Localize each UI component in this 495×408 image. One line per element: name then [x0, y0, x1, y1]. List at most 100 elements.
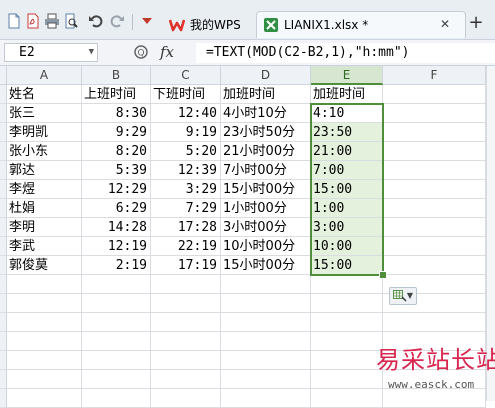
table-cell[interactable]	[151, 275, 221, 294]
table-cell[interactable]	[383, 313, 486, 332]
header-cell[interactable]: 上班时间	[82, 85, 151, 104]
header-cell[interactable]: 下班时间	[151, 85, 221, 104]
table-cell[interactable]	[383, 104, 486, 123]
tab-my-wps[interactable]: 我的WPS	[163, 11, 253, 38]
row-header[interactable]	[0, 256, 7, 275]
print-preview-icon[interactable]	[63, 13, 79, 29]
row-header[interactable]	[0, 218, 7, 237]
table-cell[interactable]	[82, 313, 151, 332]
table-cell[interactable]	[221, 370, 311, 389]
new-tab-icon[interactable]: +	[468, 14, 484, 32]
table-cell[interactable]	[221, 389, 311, 408]
table-cell[interactable]: 23小时50分	[221, 123, 311, 142]
table-cell[interactable]	[221, 351, 311, 370]
table-cell[interactable]	[7, 332, 82, 351]
table-cell[interactable]: 12:19	[82, 237, 151, 256]
table-cell[interactable]	[151, 294, 221, 313]
chevron-down-icon[interactable]: ▼	[89, 44, 94, 61]
table-cell[interactable]: 6:29	[82, 199, 151, 218]
table-cell[interactable]	[82, 294, 151, 313]
table-cell[interactable]: 8:30	[82, 104, 151, 123]
table-cell[interactable]: 17:19	[151, 256, 221, 275]
table-cell[interactable]	[383, 237, 486, 256]
table-cell[interactable]: 李明	[7, 218, 82, 237]
table-cell[interactable]: 12:39	[151, 161, 221, 180]
column-header-d[interactable]: D	[221, 66, 311, 85]
tab-spreadsheet-file[interactable]: LIANIX1.xlsx * ✕	[256, 11, 466, 38]
table-cell[interactable]: 12:29	[82, 180, 151, 199]
table-cell[interactable]: 12:40	[151, 104, 221, 123]
table-cell[interactable]: 15小时00分	[221, 256, 311, 275]
table-cell[interactable]: 7小时00分	[221, 161, 311, 180]
table-cell[interactable]	[151, 332, 221, 351]
table-cell[interactable]: 9:29	[82, 123, 151, 142]
table-cell[interactable]	[82, 389, 151, 408]
row-header[interactable]	[0, 389, 7, 408]
table-cell[interactable]	[82, 370, 151, 389]
table-cell[interactable]	[221, 294, 311, 313]
table-cell[interactable]: 4:10	[311, 104, 383, 123]
fill-handle[interactable]	[379, 271, 387, 279]
table-cell[interactable]: 5:20	[151, 142, 221, 161]
table-cell[interactable]	[311, 370, 383, 389]
table-cell[interactable]	[7, 370, 82, 389]
spreadsheet-grid[interactable]: A B C D E F 姓名 上班时间 下班时间 加班时间 加班时间 张三 8:30 12:40 4小时10…	[0, 66, 495, 408]
table-cell[interactable]	[221, 313, 311, 332]
table-cell[interactable]: 10小时00分	[221, 237, 311, 256]
table-cell[interactable]	[383, 142, 486, 161]
table-cell[interactable]	[7, 294, 82, 313]
row-header[interactable]	[0, 370, 7, 389]
table-cell[interactable]: 21小时00分	[221, 142, 311, 161]
table-cell[interactable]: 张三	[7, 104, 82, 123]
undo-icon[interactable]	[88, 13, 104, 29]
table-cell[interactable]: 10:00	[311, 237, 383, 256]
table-cell[interactable]	[82, 332, 151, 351]
table-cell[interactable]: 15:00	[311, 256, 383, 275]
table-cell[interactable]: 李明凯	[7, 123, 82, 142]
row-header[interactable]	[0, 180, 7, 199]
row-header[interactable]	[0, 294, 7, 313]
table-cell[interactable]: 2:19	[82, 256, 151, 275]
select-all-corner[interactable]	[0, 66, 7, 85]
column-header-c[interactable]: C	[151, 66, 221, 85]
header-cell[interactable]	[383, 85, 486, 104]
table-cell[interactable]	[311, 351, 383, 370]
name-box[interactable]: E2 ▼	[4, 43, 98, 62]
table-cell[interactable]: 14:28	[82, 218, 151, 237]
table-cell[interactable]: 3:29	[151, 180, 221, 199]
row-header[interactable]	[0, 104, 7, 123]
table-cell[interactable]	[221, 332, 311, 351]
row-header[interactable]	[0, 351, 7, 370]
table-cell[interactable]	[7, 389, 82, 408]
table-cell[interactable]	[311, 389, 383, 408]
table-cell[interactable]: 1小时00分	[221, 199, 311, 218]
table-cell[interactable]: 杜娟	[7, 199, 82, 218]
print-icon[interactable]	[44, 13, 60, 29]
table-cell[interactable]	[151, 389, 221, 408]
table-cell[interactable]	[311, 313, 383, 332]
table-cell[interactable]: 21:00	[311, 142, 383, 161]
row-header[interactable]	[0, 123, 7, 142]
row-header[interactable]	[0, 313, 7, 332]
table-cell[interactable]	[7, 275, 82, 294]
table-cell[interactable]	[383, 199, 486, 218]
export-pdf-icon[interactable]	[25, 13, 41, 29]
table-cell[interactable]	[221, 275, 311, 294]
table-cell[interactable]	[383, 218, 486, 237]
formula-input[interactable]: =TEXT(MOD(C2-B2,1),"h:mm")	[196, 43, 495, 63]
row-header[interactable]	[0, 85, 7, 104]
table-cell[interactable]: 张小东	[7, 142, 82, 161]
column-header-b[interactable]: B	[82, 66, 151, 85]
insert-function-button[interactable]: fx	[160, 43, 184, 63]
row-header[interactable]	[0, 237, 7, 256]
table-cell[interactable]	[7, 351, 82, 370]
table-cell[interactable]: 郭达	[7, 161, 82, 180]
table-cell[interactable]	[82, 351, 151, 370]
table-cell[interactable]	[151, 370, 221, 389]
redo-icon[interactable]	[109, 13, 125, 29]
table-cell[interactable]: 9:19	[151, 123, 221, 142]
customize-toolbar-icon[interactable]	[139, 13, 155, 29]
new-document-icon[interactable]	[6, 13, 22, 29]
table-cell[interactable]	[383, 180, 486, 199]
table-cell[interactable]: 7:00	[311, 161, 383, 180]
